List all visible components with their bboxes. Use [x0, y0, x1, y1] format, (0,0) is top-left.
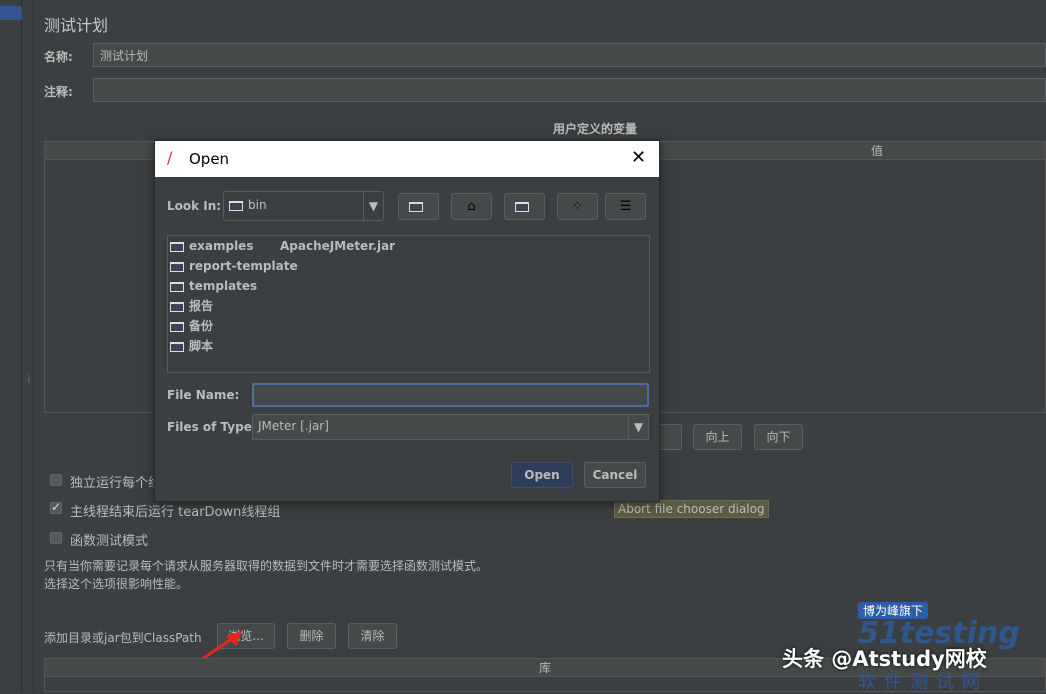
file-item-report-template[interactable]: report-template — [170, 257, 298, 275]
functional-checkbox[interactable] — [50, 532, 62, 544]
note-line-1: 只有当你需要记录每个请求从服务器取得的数据到文件时才需要选择函数测试模式。 — [44, 559, 489, 573]
chevron-down-icon[interactable]: ▼ — [628, 415, 648, 439]
files-of-type-select[interactable]: JMeter [.jar] ▼ — [252, 414, 649, 440]
look-in-label: Look In: — [167, 199, 222, 213]
file-name-label: File Name: — [167, 388, 240, 402]
close-icon[interactable]: ✕ — [631, 147, 646, 168]
list-view-icon: ⁘ — [572, 199, 583, 214]
tooltip: Abort file chooser dialog — [614, 500, 769, 518]
split-pane-divider[interactable] — [22, 0, 34, 692]
tree-panel — [0, 0, 22, 692]
classpath-label: 添加目录或jar包到ClassPath — [44, 631, 202, 645]
name-input[interactable]: 测试计划 — [93, 43, 1046, 67]
teardown-label: 主线程结束后运行 tearDown线程组 — [70, 505, 281, 520]
open-button[interactable]: Open — [511, 462, 573, 488]
page-title: 测试计划 — [44, 16, 109, 35]
dialog-title: Open — [189, 150, 230, 168]
files-of-type-label: Files of Type: — [167, 420, 257, 434]
folder-icon — [229, 200, 243, 211]
folder-icon — [170, 321, 184, 332]
open-dialog: / Open ✕ Look In: bin ▼ ⌂ ⁘ ☰ examples re… — [154, 140, 660, 502]
files-of-type-value: JMeter [.jar] — [258, 419, 329, 433]
file-item-report[interactable]: 报告 — [170, 297, 213, 315]
folder-icon — [170, 241, 184, 252]
look-in-value: bin — [248, 198, 267, 212]
col-value: 值 — [871, 144, 884, 158]
up-button[interactable]: 向上 — [693, 424, 742, 450]
folder-icon — [170, 341, 184, 352]
file-item-examples[interactable]: examples — [170, 237, 253, 255]
jmeter-feather-icon: / — [167, 148, 173, 167]
comment-label: 注释: — [44, 85, 73, 99]
file-item-jar[interactable]: ApacheJMeter.jar — [280, 237, 395, 255]
file-list[interactable]: examples report-template templates 报告 备份… — [167, 235, 650, 373]
file-item-scripts[interactable]: 脚本 — [170, 337, 213, 355]
comment-input[interactable] — [93, 78, 1046, 102]
vars-title: 用户定义的变量 — [553, 122, 638, 136]
tree-selected-item[interactable] — [0, 6, 22, 20]
cancel-button[interactable]: Cancel — [584, 462, 646, 488]
note-line-2: 选择这个选项很影响性能。 — [44, 577, 189, 591]
independent-checkbox[interactable] — [50, 474, 62, 486]
watermark-credit: 头条 @Atstudy网校 — [782, 647, 987, 671]
file-item-backup[interactable]: 备份 — [170, 317, 213, 335]
dialog-titlebar: / Open ✕ — [155, 141, 659, 177]
col-lib: 库 — [538, 661, 551, 675]
down-button[interactable]: 向下 — [754, 424, 803, 450]
folder-icon — [170, 281, 184, 292]
classpath-delete-button[interactable]: 删除 — [287, 623, 336, 649]
classpath-clear-button[interactable]: 清除 — [348, 623, 397, 649]
look-in-select[interactable]: bin ▼ — [223, 191, 384, 221]
folder-up-icon — [409, 201, 423, 212]
folder-icon — [170, 261, 184, 272]
name-label: 名称: — [44, 50, 73, 64]
new-folder-icon — [515, 201, 529, 212]
home-button[interactable]: ⌂ — [451, 193, 492, 220]
divider-grip-icon[interactable]: ⋮ ⋮ — [25, 374, 33, 392]
new-folder-button[interactable] — [504, 193, 545, 220]
list-view-button[interactable]: ⁘ — [557, 193, 598, 220]
chevron-down-icon[interactable]: ▼ — [363, 192, 383, 220]
folder-icon — [170, 301, 184, 312]
file-item-templates[interactable]: templates — [170, 277, 257, 295]
up-one-level-button[interactable] — [398, 193, 439, 220]
details-view-icon: ☰ — [619, 199, 632, 214]
functional-label: 函数测试模式 — [70, 534, 149, 549]
file-name-input[interactable] — [252, 383, 649, 407]
teardown-checkbox[interactable]: ✓ — [50, 501, 62, 514]
home-icon: ⌂ — [467, 199, 476, 214]
details-view-button[interactable]: ☰ — [605, 193, 646, 220]
